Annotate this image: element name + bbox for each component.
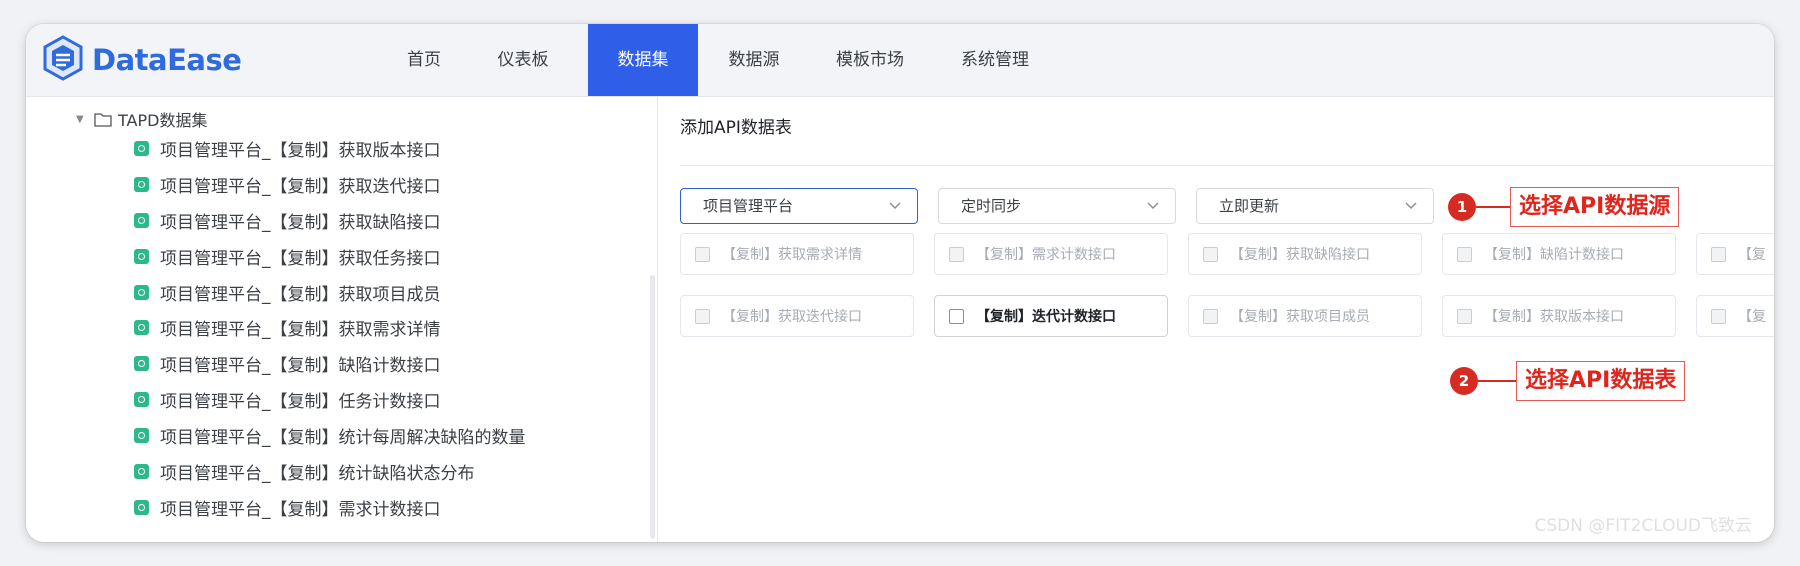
tree-item-label: 项目管理平台_【复制】获取项目成员 (160, 284, 441, 305)
dataset-icon (134, 391, 149, 407)
top-navbar: DataEase 首页 仪表板 数据集 数据源 模板市场 系统管理 (26, 24, 1774, 97)
tree-item[interactable]: 项目管理平台_【复制】获取版本接口 (134, 136, 441, 161)
sidebar-scrollbar[interactable] (650, 275, 655, 539)
table-checkbox-item[interactable]: 【复制】获取迭代接口 (680, 295, 914, 337)
tree-item[interactable]: 项目管理平台_【复制】获取缺陷接口 (134, 208, 441, 233)
tree-item[interactable]: 项目管理平台_【复制】统计缺陷状态分布 (134, 459, 475, 484)
nav-system-admin[interactable]: 系统管理 (934, 24, 1056, 96)
dataset-icon (134, 427, 149, 443)
table-checkbox-item[interactable]: 【复 (1696, 233, 1774, 275)
table-checkbox-item[interactable]: 【复制】迭代计数接口 (934, 295, 1168, 337)
table-checkbox-item[interactable]: 【复制】需求计数接口 (934, 233, 1168, 275)
annotation-line (1478, 380, 1516, 382)
tree-item-label: 项目管理平台_【复制】缺陷计数接口 (160, 355, 441, 376)
checkbox[interactable] (1457, 246, 1472, 262)
dataset-icon (134, 176, 149, 192)
panel-title: 添加API数据表 (680, 118, 792, 138)
tree-item-label: 项目管理平台_【复制】统计缺陷状态分布 (160, 463, 475, 484)
table-checkbox-item[interactable]: 【复制】获取版本接口 (1442, 295, 1676, 337)
table-label: 【复制】缺陷计数接口 (1484, 247, 1624, 263)
tree-item[interactable]: 项目管理平台_【复制】统计每周解决缺陷的数量 (134, 423, 526, 448)
datasource-select-value: 项目管理平台 (703, 197, 794, 215)
tree-item[interactable]: 项目管理平台_【复制】缺陷计数接口 (134, 351, 441, 376)
dataset-icon (134, 499, 149, 515)
tree-item[interactable]: 项目管理平台_【复制】获取迭代接口 (134, 172, 441, 197)
app-window: DataEase 首页 仪表板 数据集 数据源 模板市场 系统管理 ▼ TAPD… (26, 24, 1774, 542)
dataset-icon (134, 319, 149, 335)
checkbox[interactable] (1711, 308, 1726, 324)
table-label: 【复 (1738, 309, 1766, 325)
tree-item-label: 项目管理平台_【复制】获取迭代接口 (160, 176, 441, 197)
table-label: 【复 (1738, 247, 1766, 263)
annotation-label-2: 选择API数据表 (1516, 361, 1686, 401)
datasource-select[interactable]: 项目管理平台 (680, 188, 918, 224)
update-mode-select[interactable]: 立即更新 (1196, 188, 1434, 224)
table-checkbox-item[interactable]: 【复制】获取缺陷接口 (1188, 233, 1422, 275)
chevron-down-icon (1147, 202, 1159, 210)
dataset-tree-sidebar: ▼ TAPD数据集 项目管理平台_【复制】获取版本接口 项目管理平台_【复制】获… (26, 97, 658, 542)
annotation-label-1: 选择API数据源 (1510, 187, 1680, 227)
annotation-marker-2: 2 (1450, 367, 1478, 395)
chevron-down-icon (1405, 202, 1417, 210)
checkbox[interactable] (949, 308, 964, 324)
table-checkbox-item[interactable]: 【复制】获取需求详情 (680, 233, 914, 275)
logo[interactable]: DataEase (42, 35, 242, 85)
table-label: 【复制】迭代计数接口 (976, 309, 1116, 325)
table-label: 【复制】获取需求详情 (722, 247, 862, 263)
add-api-table-panel: 添加API数据表 项目管理平台 定时同步 立即更新 1 选择API数据源 【复制… (658, 97, 1774, 542)
watermark: CSDN @FIT2CLOUD飞致云 (1534, 516, 1752, 536)
tree-item-label: 项目管理平台_【复制】获取缺陷接口 (160, 212, 441, 233)
table-checkbox-item[interactable]: 【复 (1696, 295, 1774, 337)
checkbox[interactable] (695, 246, 710, 262)
nav-dataset[interactable]: 数据集 (588, 24, 698, 96)
checkbox[interactable] (1203, 246, 1218, 262)
tree-item[interactable]: 项目管理平台_【复制】获取项目成员 (134, 280, 441, 305)
dataset-icon (134, 463, 149, 479)
tree-item-label: 项目管理平台_【复制】获取需求详情 (160, 319, 441, 340)
tree-item-label: 项目管理平台_【复制】任务计数接口 (160, 391, 441, 412)
checkbox[interactable] (695, 308, 710, 324)
chevron-down-icon (889, 202, 901, 210)
nav-home[interactable]: 首页 (386, 24, 462, 96)
divider (680, 165, 1774, 166)
sync-mode-select-value: 定时同步 (961, 197, 1022, 215)
annotation-line (1476, 206, 1510, 208)
tree-item-label: 项目管理平台_【复制】获取版本接口 (160, 140, 441, 161)
tree-item-label: 项目管理平台_【复制】需求计数接口 (160, 499, 441, 520)
sync-mode-select[interactable]: 定时同步 (938, 188, 1176, 224)
nav-dashboard[interactable]: 仪表板 (474, 24, 572, 96)
table-label: 【复制】获取版本接口 (1484, 309, 1624, 325)
dataease-logo-icon (42, 35, 84, 85)
tree-item[interactable]: 项目管理平台_【复制】任务计数接口 (134, 387, 441, 412)
tree-item-label: 项目管理平台_【复制】获取任务接口 (160, 248, 441, 269)
checkbox[interactable] (1203, 308, 1218, 324)
dataset-icon (134, 284, 149, 300)
tree-folder[interactable]: ▼ TAPD数据集 (76, 107, 207, 131)
checkbox[interactable] (1711, 246, 1726, 262)
table-checkbox-item[interactable]: 【复制】缺陷计数接口 (1442, 233, 1676, 275)
nav-datasource[interactable]: 数据源 (698, 24, 810, 96)
folder-label: TAPD数据集 (118, 111, 208, 130)
tree-item-label: 项目管理平台_【复制】统计每周解决缺陷的数量 (160, 427, 526, 448)
table-label: 【复制】获取项目成员 (1230, 309, 1370, 325)
nav-template-market[interactable]: 模板市场 (810, 24, 930, 96)
dataset-icon (134, 355, 149, 371)
checkbox[interactable] (949, 246, 964, 262)
tree-item[interactable]: 项目管理平台_【复制】需求计数接口 (134, 495, 441, 520)
checkbox[interactable] (1457, 308, 1472, 324)
logo-text: DataEase (92, 43, 242, 77)
table-label: 【复制】需求计数接口 (976, 247, 1116, 263)
dataset-icon (134, 140, 149, 156)
table-label: 【复制】获取缺陷接口 (1230, 247, 1370, 263)
folder-icon (94, 112, 118, 127)
table-label: 【复制】获取迭代接口 (722, 309, 862, 325)
tree-item[interactable]: 项目管理平台_【复制】获取需求详情 (134, 315, 441, 340)
update-mode-select-value: 立即更新 (1219, 197, 1280, 215)
dataset-icon (134, 212, 149, 228)
table-checkbox-item[interactable]: 【复制】获取项目成员 (1188, 295, 1422, 337)
annotation-marker-1: 1 (1448, 193, 1476, 221)
caret-down-icon[interactable]: ▼ (76, 114, 94, 125)
tree-item[interactable]: 项目管理平台_【复制】获取任务接口 (134, 244, 441, 269)
dataset-icon (134, 248, 149, 264)
